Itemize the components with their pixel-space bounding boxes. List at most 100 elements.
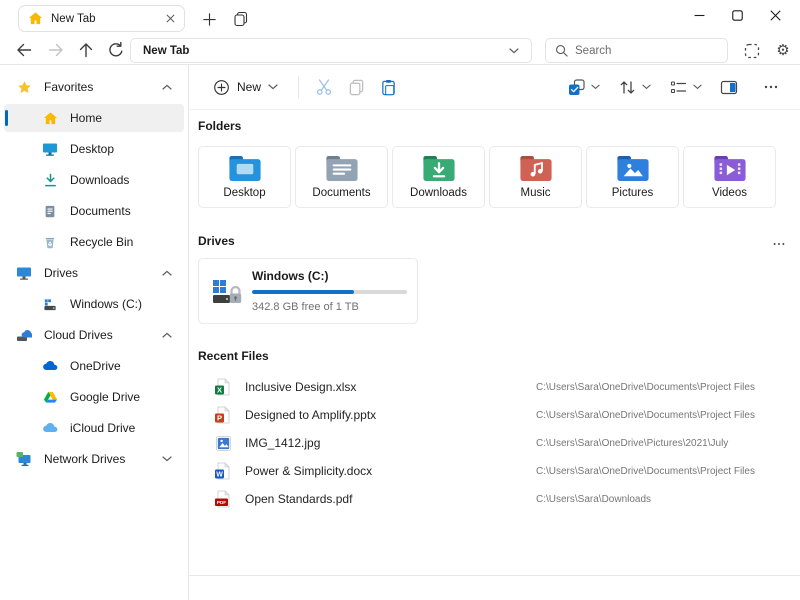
drives-section-title: Drives xyxy=(198,234,235,248)
home-icon xyxy=(42,110,58,126)
sidebar-item-icloud-drive[interactable]: iCloud Drive xyxy=(4,414,184,442)
sidebar-item-documents[interactable]: Documents xyxy=(4,197,184,225)
layout-view-button[interactable] xyxy=(665,74,691,100)
chevron-down-icon[interactable] xyxy=(693,84,702,90)
sidebar-section-drives[interactable]: Drives xyxy=(4,259,184,287)
main-panel: New xyxy=(189,65,800,600)
select-button[interactable] xyxy=(563,74,589,100)
chevron-up-icon[interactable] xyxy=(162,84,172,90)
address-text: New Tab xyxy=(143,45,509,57)
folder-tile-downloads[interactable]: Downloads xyxy=(392,146,485,208)
sidebar-item-home[interactable]: Home xyxy=(4,104,184,132)
documents-folder-icon xyxy=(325,155,359,182)
new-button[interactable]: New xyxy=(205,74,286,101)
sort-button[interactable] xyxy=(614,74,640,100)
tab-title: New Tab xyxy=(51,13,158,25)
sidebar: Favorites Home Desktop Downloads Documen… xyxy=(0,65,188,600)
chevron-down-icon[interactable] xyxy=(642,84,651,90)
folder-tile-documents[interactable]: Documents xyxy=(295,146,388,208)
cut-button[interactable] xyxy=(311,74,337,100)
file-row-pptx[interactable]: P Designed to Amplify.pptx C:\Users\Sara… xyxy=(189,401,791,429)
chevron-up-icon[interactable] xyxy=(162,270,172,276)
pdf-file-icon: PDF xyxy=(214,490,232,508)
search-icon xyxy=(555,44,568,57)
up-button[interactable] xyxy=(74,38,98,62)
file-row-pdf[interactable]: PDF Open Standards.pdf C:\Users\Sara\Dow… xyxy=(189,485,791,513)
selection-accent-bar xyxy=(5,110,8,126)
icloud-cloud-icon xyxy=(42,420,58,436)
drive-usage-bar xyxy=(252,290,407,294)
pictures-folder-icon xyxy=(616,155,650,182)
excel-file-icon: X xyxy=(214,378,232,396)
folders-section-title: Folders xyxy=(198,119,241,133)
drive-monitor-icon xyxy=(16,265,32,281)
sidebar-item-google-drive[interactable]: Google Drive xyxy=(4,383,184,411)
see-more-button[interactable] xyxy=(758,74,784,100)
tab-close-icon[interactable] xyxy=(166,14,175,23)
forward-button[interactable] xyxy=(44,38,68,62)
home-icon xyxy=(28,11,43,26)
address-chevron-down-icon[interactable] xyxy=(509,48,519,54)
network-drive-icon xyxy=(16,451,32,467)
svg-text:X: X xyxy=(217,385,222,394)
minimize-button[interactable] xyxy=(680,0,718,30)
word-file-icon: W xyxy=(214,462,232,480)
chevron-down-icon[interactable] xyxy=(591,84,600,90)
document-icon xyxy=(42,203,58,219)
tab-new-tab[interactable]: New Tab xyxy=(18,5,185,32)
file-row-xlsx[interactable]: X Inclusive Design.xlsx C:\Users\Sara\On… xyxy=(189,373,791,401)
paste-button[interactable] xyxy=(375,74,401,100)
chevron-down-icon xyxy=(268,84,278,90)
sidebar-section-cloud-drives[interactable]: Cloud Drives xyxy=(4,321,184,349)
bitlocker-drive-icon xyxy=(212,277,242,307)
svg-text:P: P xyxy=(217,413,222,422)
search-box[interactable] xyxy=(545,38,728,63)
chevron-up-icon[interactable] xyxy=(162,332,172,338)
svg-text:PDF: PDF xyxy=(217,500,226,505)
settings-gear-icon[interactable]: ⚙ xyxy=(771,38,795,62)
search-input[interactable] xyxy=(575,45,718,57)
title-bar: New Tab xyxy=(0,0,800,36)
copy-button[interactable] xyxy=(343,74,369,100)
close-button[interactable] xyxy=(756,0,794,30)
sidebar-item-onedrive[interactable]: OneDrive xyxy=(4,352,184,380)
download-arrow-icon xyxy=(42,172,58,188)
folder-tile-videos[interactable]: Videos xyxy=(683,146,776,208)
sidebar-item-recycle-bin[interactable]: Recycle Bin xyxy=(4,228,184,256)
chevron-down-icon[interactable] xyxy=(162,456,172,462)
focus-mode-icon[interactable] xyxy=(740,39,763,62)
drives-see-more-button[interactable] xyxy=(767,236,791,252)
desktop-folder-icon xyxy=(228,155,262,182)
command-toolbar: New xyxy=(189,65,800,110)
folder-tile-desktop[interactable]: Desktop xyxy=(198,146,291,208)
cloud-drive-icon xyxy=(16,327,32,343)
maximize-button[interactable] xyxy=(718,0,756,30)
music-folder-icon xyxy=(519,155,553,182)
sidebar-item-windows-c[interactable]: Windows (C:) xyxy=(4,290,184,318)
view-controls xyxy=(553,74,790,100)
star-icon xyxy=(16,79,32,95)
sidebar-section-network-drives[interactable]: Network Drives xyxy=(4,445,184,473)
tab-overview-icon[interactable] xyxy=(230,8,252,30)
refresh-button[interactable] xyxy=(104,38,128,62)
folder-tile-pictures[interactable]: Pictures xyxy=(586,146,679,208)
videos-folder-icon xyxy=(713,155,747,182)
file-row-jpg[interactable]: IMG_1412.jpg C:\Users\Sara\OneDrive\Pict… xyxy=(189,429,791,457)
file-row-docx[interactable]: W Power & Simplicity.docx C:\Users\Sara\… xyxy=(189,457,791,485)
drive-usage-fill xyxy=(252,290,354,294)
recent-files-section-title: Recent Files xyxy=(198,349,269,363)
drive-card-windows-c[interactable]: Windows (C:) 342.8 GB free of 1 TB xyxy=(198,258,418,324)
image-file-icon xyxy=(214,434,232,452)
toolbar-separator xyxy=(298,76,299,98)
status-bar xyxy=(189,576,800,600)
sidebar-item-desktop[interactable]: Desktop xyxy=(4,135,184,163)
sidebar-item-downloads[interactable]: Downloads xyxy=(4,166,184,194)
details-pane-button[interactable] xyxy=(716,74,742,100)
new-tab-button[interactable] xyxy=(198,8,220,30)
back-button[interactable] xyxy=(12,38,36,62)
drive-name: Windows (C:) xyxy=(252,269,329,283)
address-bar[interactable]: New Tab xyxy=(130,38,532,63)
recycle-bin-icon xyxy=(42,234,58,250)
folder-tile-music[interactable]: Music xyxy=(489,146,582,208)
sidebar-section-favorites[interactable]: Favorites xyxy=(4,73,184,101)
